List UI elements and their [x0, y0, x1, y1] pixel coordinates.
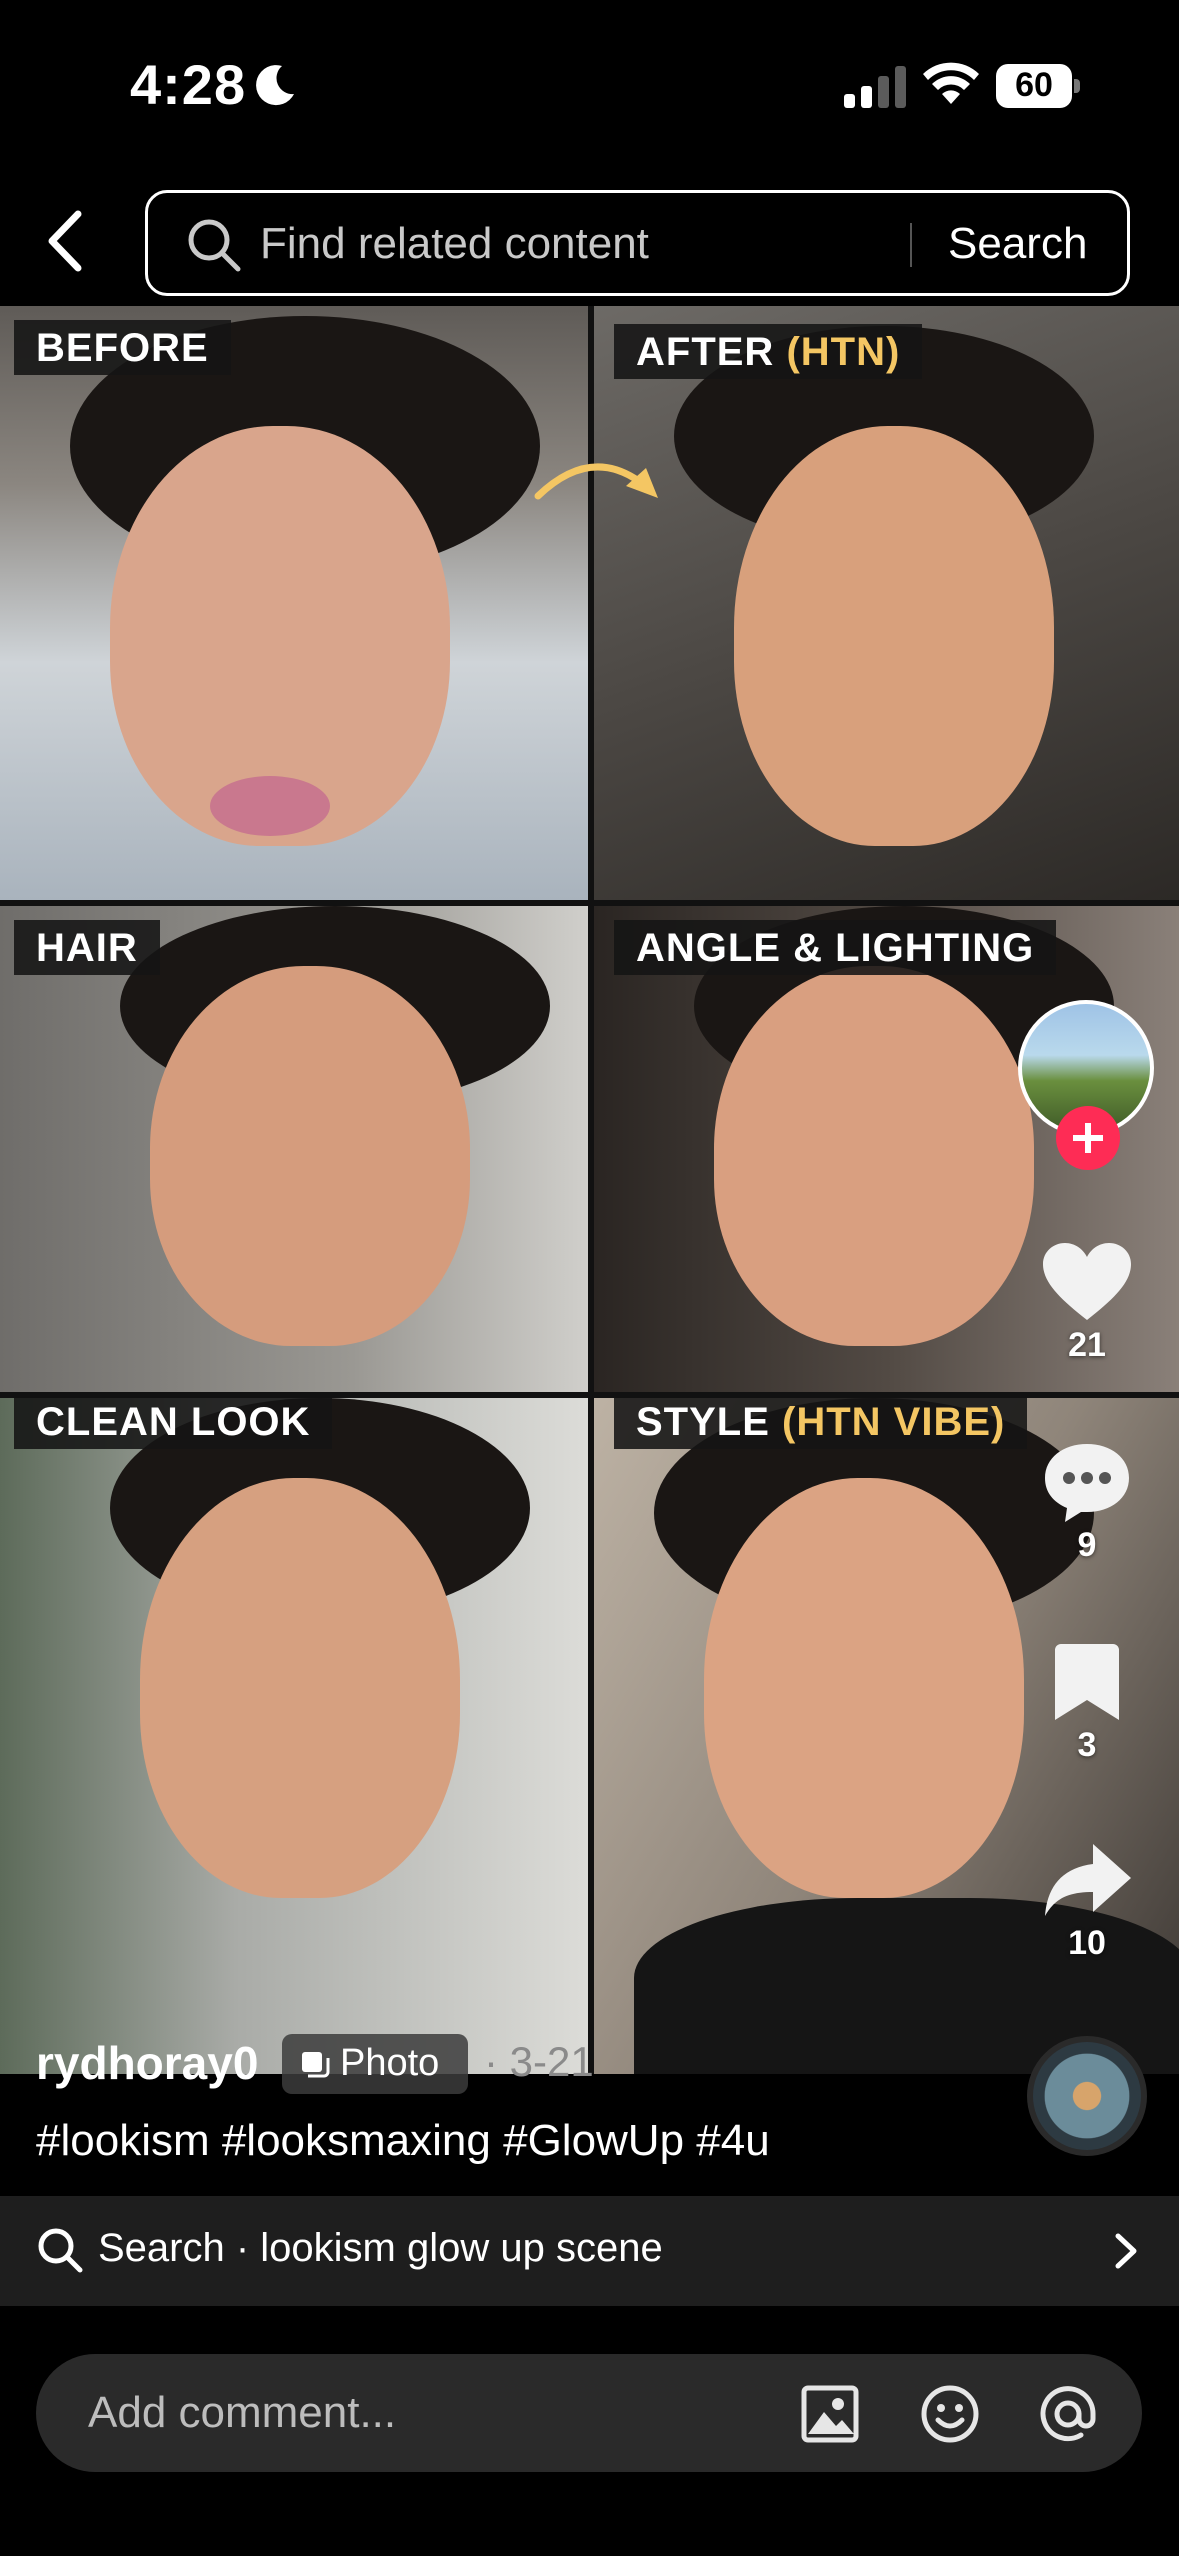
- search-button[interactable]: Search: [948, 219, 1087, 269]
- save-count: 3: [1077, 1726, 1097, 1764]
- status-time: 4:28: [130, 53, 247, 116]
- comment-placeholder: Add comment...: [88, 2388, 397, 2437]
- panel-label: ANGLE & LIGHTING: [614, 920, 1057, 975]
- post-hashtags[interactable]: #lookism #looksmaxing #GlowUp #4u: [36, 2116, 770, 2166]
- collage-panel-before: BEFORE: [0, 306, 588, 900]
- wifi-icon: [923, 62, 979, 104]
- search-input[interactable]: Find related content: [260, 219, 649, 269]
- mention-icon[interactable]: [1036, 2382, 1100, 2446]
- related-search-bar[interactable]: Search · lookism glow up scene: [0, 2196, 1179, 2306]
- image-attach-icon[interactable]: [798, 2382, 862, 2446]
- follow-button[interactable]: [1056, 1106, 1120, 1170]
- heart-icon: [1043, 1243, 1131, 1320]
- author-username[interactable]: rydhoray0: [36, 2036, 258, 2090]
- share-button[interactable]: 10: [1030, 1838, 1144, 1963]
- panel-label: STYLE (HTN VIBE): [614, 1398, 1028, 1449]
- back-arrow-icon[interactable]: [40, 206, 92, 276]
- collage-panel-clean-look: CLEAN LOOK: [0, 1398, 588, 2074]
- share-arrow-icon: [1045, 1844, 1131, 1916]
- post-image-collage[interactable]: BEFORE AFTER (HTN) HAIR ANGLE & LIGHTING…: [0, 306, 1179, 2074]
- collage-panel-hair: HAIR: [0, 906, 588, 1392]
- post-date: · 3-21: [484, 2038, 594, 2085]
- search-icon: [188, 219, 241, 272]
- like-count: 21: [1068, 1326, 1106, 1364]
- related-search-text: Search · lookism glow up scene: [98, 2226, 663, 2270]
- panel-label: AFTER (HTN): [614, 324, 923, 379]
- search-divider: [910, 223, 912, 267]
- photo-icon: [302, 2052, 330, 2078]
- panel-label: HAIR: [14, 920, 160, 975]
- moon-icon: [256, 65, 294, 106]
- comment-button[interactable]: 9: [1030, 1440, 1144, 1565]
- like-button[interactable]: 21: [1030, 1240, 1144, 1365]
- post-type-badge: Photo: [282, 2034, 468, 2094]
- bookmark-icon: [1055, 1644, 1119, 1720]
- search-icon: [38, 2228, 83, 2273]
- comment-input[interactable]: Add comment...: [36, 2354, 1142, 2472]
- status-bar: 4:28 60: [0, 0, 1179, 170]
- save-button[interactable]: 3: [1030, 1640, 1144, 1765]
- post-type-label: Photo: [340, 2042, 440, 2084]
- comment-bubble-icon: [1045, 1444, 1129, 1522]
- panel-label: BEFORE: [14, 320, 231, 375]
- battery-percent: 60: [1015, 66, 1053, 104]
- panel-label: CLEAN LOOK: [14, 1398, 333, 1449]
- chevron-right-icon: [1115, 2233, 1137, 2269]
- battery-indicator: 60: [996, 64, 1080, 108]
- share-count: 10: [1068, 1924, 1106, 1962]
- music-disc-icon[interactable]: [1027, 2036, 1147, 2156]
- arrow-decoration-icon: [534, 463, 658, 500]
- comment-bar: Add comment...: [0, 2326, 1179, 2556]
- collage-panel-after: AFTER (HTN): [594, 306, 1179, 900]
- comment-count: 9: [1077, 1526, 1097, 1564]
- search-bar[interactable]: Find related content Search: [145, 190, 1130, 296]
- emoji-icon[interactable]: [918, 2382, 982, 2446]
- cellular-signal-icon: [844, 66, 906, 108]
